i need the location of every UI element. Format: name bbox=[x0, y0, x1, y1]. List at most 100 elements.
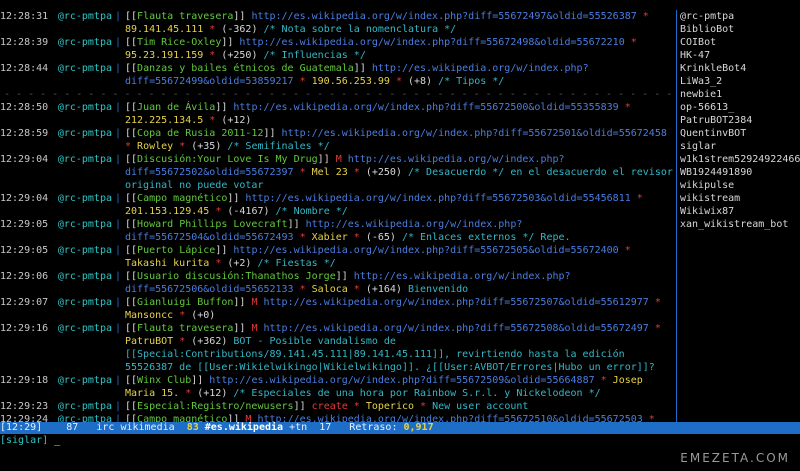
message-timestamp: 12:29:05 bbox=[0, 245, 49, 256]
nick-list-item[interactable]: newbie1 bbox=[677, 88, 800, 101]
message-text: [[Discusión:Your Love Is My Drug]] M htt… bbox=[125, 153, 676, 192]
nick-list-item[interactable]: HK-47 bbox=[677, 49, 800, 62]
message-segment: Copa de Rusia 2011-12 bbox=[137, 128, 264, 139]
chat-line: 12:28:44 @rc-pmtpa | [[Danzas y bailes étni… bbox=[0, 62, 676, 88]
nick-list-item[interactable]: KrinkleBot4 bbox=[677, 62, 800, 75]
message-segment: * bbox=[594, 375, 613, 386]
diff-link[interactable]: http://es.wikipedia.org/w/index.php?diff… bbox=[282, 128, 667, 139]
status-time: 12:29 bbox=[6, 422, 37, 433]
message-text: [[Flauta travesera]] M http://es.wikiped… bbox=[125, 322, 676, 374]
nick-list-item[interactable]: WB1924491890 bbox=[677, 166, 800, 179]
message-nick[interactable]: @rc-pmtpa bbox=[56, 101, 112, 127]
nick-list-item[interactable]: LiWa3_2 bbox=[677, 75, 800, 88]
status-channel-num: 83 bbox=[186, 422, 199, 433]
diff-link[interactable]: http://es.wikipedia.org/w/index.php?diff… bbox=[209, 375, 594, 386]
message-segment: * bbox=[389, 76, 408, 87]
message-segment: Saloca bbox=[311, 284, 348, 295]
nick-list-item[interactable]: w1k1strem529249224669 bbox=[677, 153, 800, 166]
nick-list-item[interactable]: wikistream bbox=[677, 192, 800, 205]
chat-line: 12:29:18 @rc-pmtpa | [[Winx Club]] http://e… bbox=[0, 374, 676, 400]
message-nick[interactable]: @rc-pmtpa bbox=[56, 244, 112, 270]
message-text: [[Puerto Lápice]] http://es.wikipedia.or… bbox=[125, 244, 676, 270]
message-segment: /* Nota sobre la nomenclatura */ bbox=[263, 24, 457, 35]
message-nick[interactable]: @rc-pmtpa bbox=[56, 192, 112, 218]
message-segment: [[ bbox=[125, 37, 138, 48]
message-nick[interactable]: @rc-pmtpa bbox=[56, 270, 112, 296]
diff-link[interactable]: http://es.wikipedia.org/w/index.php?diff… bbox=[239, 37, 624, 48]
message-nick[interactable]: @rc-pmtpa bbox=[56, 36, 112, 62]
message-text: [[Danzas y bailes étnicos de Guatemala]]… bbox=[125, 62, 676, 88]
message-nick[interactable]: @rc-pmtpa bbox=[56, 127, 112, 153]
message-text: [[Howard Phillips Lovecraft]] http://es.… bbox=[125, 218, 676, 244]
message-segment: (+0) bbox=[191, 310, 216, 321]
message-nick[interactable]: @rc-pmtpa bbox=[56, 218, 112, 244]
message-segment: [[ bbox=[125, 219, 138, 230]
message-segment: (+250) bbox=[221, 50, 264, 61]
diff-link[interactable]: http://es.wikipedia.org/w/index.php?diff… bbox=[263, 297, 648, 308]
nick-list-item[interactable]: QuentinvBOT bbox=[677, 127, 800, 140]
message-segment: create bbox=[311, 401, 348, 412]
nick-list-item[interactable]: xan_wikistream_bot bbox=[677, 218, 800, 231]
chat-line: 12:29:04 @rc-pmtpa | [[Campo magnético]] ht… bbox=[0, 192, 676, 218]
message-segment: Especial:Registro/newusers bbox=[137, 401, 294, 412]
message-nick[interactable]: @rc-pmtpa bbox=[56, 62, 112, 88]
nick-list-item[interactable]: COIBot bbox=[677, 36, 800, 49]
input-line[interactable]: [siglar] _ bbox=[0, 434, 800, 448]
message-segment: /* Enlaces externos */ Repe. bbox=[401, 232, 571, 243]
status-server: irc wikimedia bbox=[96, 422, 175, 433]
nick-separator: | bbox=[115, 219, 122, 230]
message-segment: * bbox=[125, 141, 138, 152]
message-segment: Flauta travesera bbox=[137, 11, 234, 22]
status-bar: [12:29] 87 irc wikimedia 83 #es.wikipedi… bbox=[0, 422, 800, 434]
nick-list[interactable]: @rc-pmtpa BiblioBot COIBot HK-47 KrinkleBot4… bbox=[676, 10, 800, 422]
nick-list-item[interactable]: siglar bbox=[677, 140, 800, 153]
message-nick[interactable]: @rc-pmtpa bbox=[56, 413, 112, 422]
nick-list-item[interactable]: Wikiwix87 bbox=[677, 205, 800, 218]
diff-link[interactable]: http://es.wikipedia.org/w/index.php?diff… bbox=[233, 102, 618, 113]
diff-link[interactable]: http://es.wikipedia.org/w/index.php?diff… bbox=[263, 323, 648, 334]
message-nick[interactable]: @rc-pmtpa bbox=[56, 322, 112, 374]
message-segment: * bbox=[293, 232, 312, 243]
message-segment: * bbox=[642, 414, 655, 422]
message-segment: /* Semifinales */ bbox=[227, 141, 330, 152]
message-timestamp: 12:28:59 bbox=[0, 128, 49, 139]
diff-link[interactable]: http://es.wikipedia.org/w/index.php?diff… bbox=[257, 414, 642, 422]
message-nick[interactable]: @rc-pmtpa bbox=[56, 153, 112, 192]
message-segment: * bbox=[209, 258, 228, 269]
chat-line: 12:29:05 @rc-pmtpa | [[Puerto Lápice]] http… bbox=[0, 244, 676, 270]
message-nick[interactable]: @rc-pmtpa bbox=[56, 400, 112, 413]
message-segment: * bbox=[173, 336, 192, 347]
message-segment: [[ bbox=[125, 154, 138, 165]
nick-separator: | bbox=[115, 323, 122, 334]
nick-list-item[interactable]: @rc-pmtpa bbox=[677, 10, 800, 23]
message-segment: Mel 23 bbox=[311, 167, 348, 178]
input-cursor[interactable]: _ bbox=[54, 435, 60, 446]
message-segment: M bbox=[245, 414, 258, 422]
message-segment: [[ bbox=[125, 102, 138, 113]
input-prompt: [siglar] bbox=[0, 435, 49, 446]
nick-list-item[interactable]: PatruBOT2384 bbox=[677, 114, 800, 127]
read-marker-separator: - - - - - - - - - - - - - - - - - - - - … bbox=[4, 89, 676, 100]
message-nick[interactable]: @rc-pmtpa bbox=[56, 374, 112, 400]
nick-list-item[interactable]: wikipulse bbox=[677, 179, 800, 192]
message-text: [[Campo magnético]] http://es.wikipedia.… bbox=[125, 192, 676, 218]
message-segment: * bbox=[636, 11, 649, 22]
message-timestamp: 12:29:04 bbox=[0, 193, 49, 204]
message-nick[interactable]: @rc-pmtpa bbox=[56, 296, 112, 322]
diff-link[interactable]: http://es.wikipedia.org/w/index.php?diff… bbox=[251, 11, 636, 22]
message-timestamp: 12:29:23 bbox=[0, 401, 49, 412]
message-segment: ]] bbox=[221, 37, 240, 48]
message-segment: [[ bbox=[125, 271, 138, 282]
diff-link[interactable]: http://es.wikipedia.org/w/index.php?diff… bbox=[245, 193, 630, 204]
diff-link[interactable]: http://es.wikipedia.org/w/index.php?diff… bbox=[233, 245, 618, 256]
message-segment: (-362) bbox=[221, 24, 264, 35]
nick-list-item[interactable]: BiblioBot bbox=[677, 23, 800, 36]
chat-buffer[interactable]: 12:28:31 @rc-pmtpa | [[Flauta travesera]] h… bbox=[0, 10, 676, 422]
message-segment: ]] bbox=[215, 102, 234, 113]
message-segment: Xabier bbox=[311, 232, 348, 243]
message-segment: Campo magnético bbox=[137, 193, 228, 204]
message-segment: ]] bbox=[233, 323, 252, 334]
message-segment: PatruBOT bbox=[125, 336, 174, 347]
message-nick[interactable]: @rc-pmtpa bbox=[56, 10, 112, 36]
nick-list-item[interactable]: op-56613_ bbox=[677, 101, 800, 114]
